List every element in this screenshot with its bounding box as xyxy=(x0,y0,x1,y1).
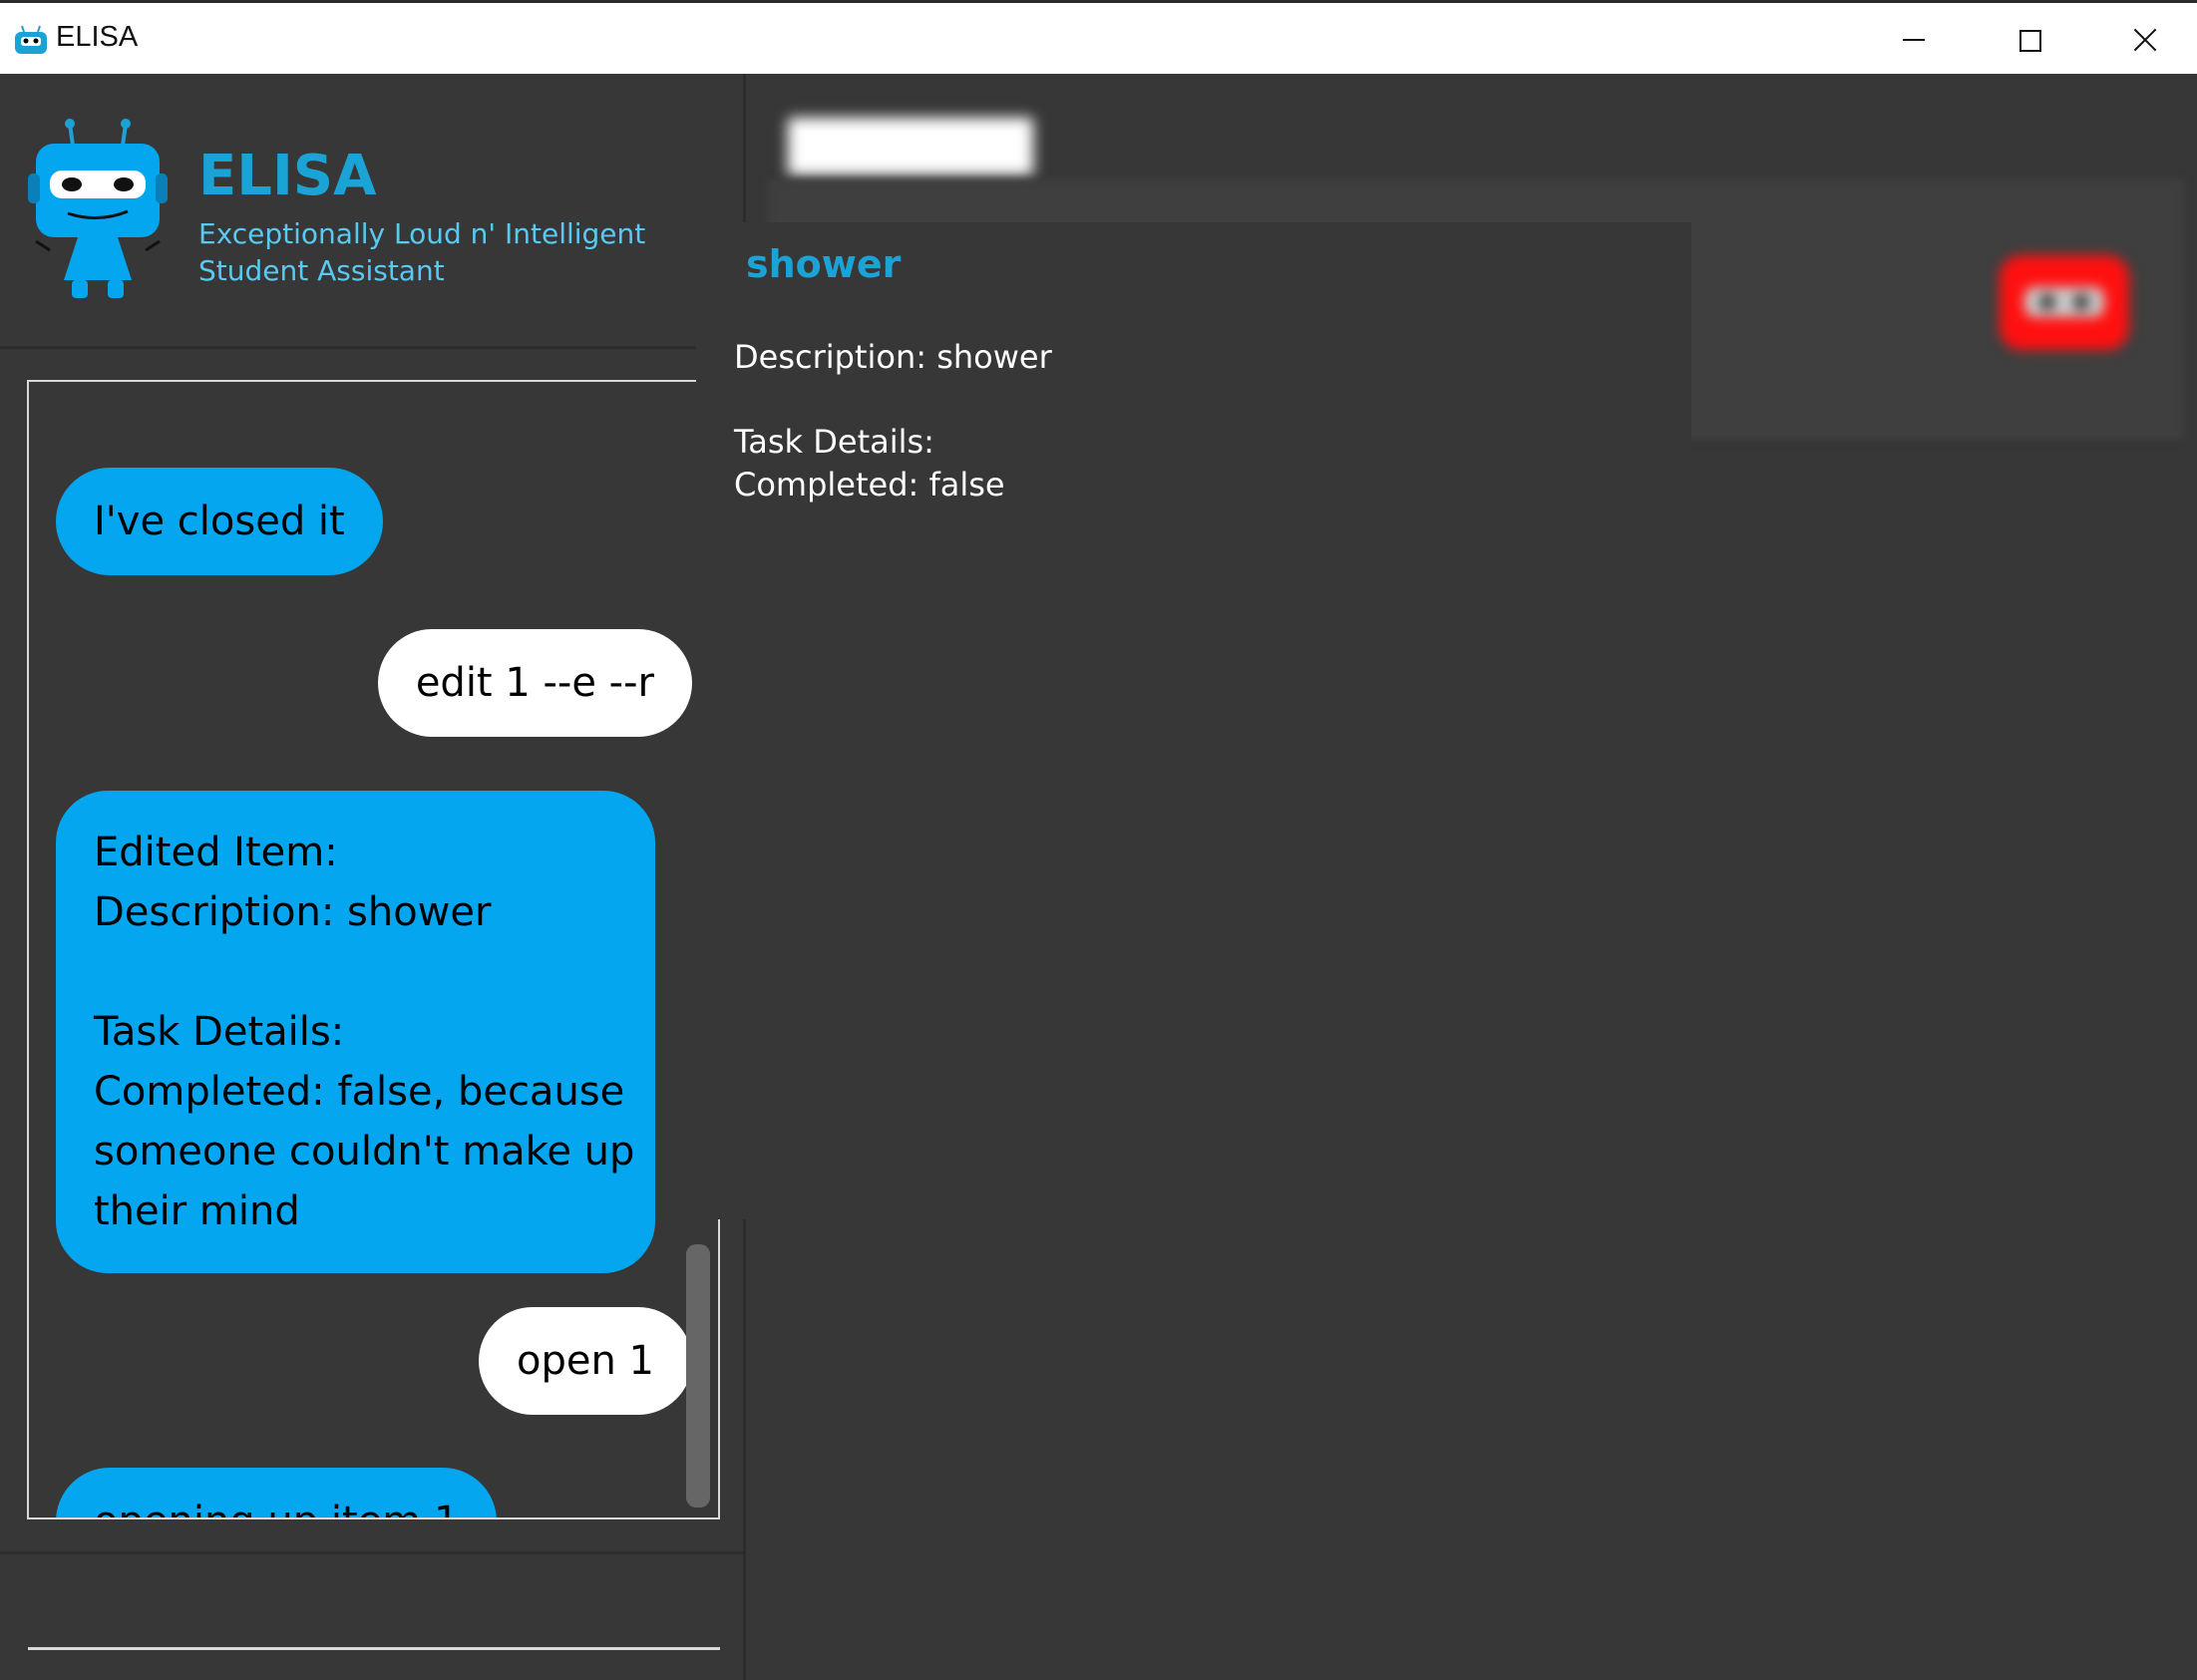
app-subtitle: Exceptionally Loud n' Intelligent Studen… xyxy=(198,215,717,289)
elisa-robot-icon xyxy=(15,25,47,54)
task-description: Description: shower xyxy=(734,338,1052,376)
app-header: ELISA Exceptionally Loud n' Intelligent … xyxy=(0,80,746,349)
minimize-icon xyxy=(1903,39,1925,41)
tab-3[interactable] xyxy=(1310,118,1510,175)
message-line: Description: shower xyxy=(94,889,492,935)
user-message: open 1 xyxy=(479,1307,692,1415)
task-completed-status: Completed: false xyxy=(734,466,1005,504)
tab-2[interactable] xyxy=(1081,118,1261,175)
task-details-heading: Task Details: xyxy=(734,423,934,461)
close-button[interactable] xyxy=(2116,17,2176,63)
maximize-button[interactable] xyxy=(2000,17,2059,63)
tab-list[interactable] xyxy=(788,118,1033,175)
command-input[interactable] xyxy=(28,1584,720,1650)
red-robot-icon xyxy=(2000,255,2129,350)
message-line: their mind xyxy=(94,1188,300,1234)
elisa-message: Edited Item: Description: shower Task De… xyxy=(56,791,655,1273)
task-title: shower xyxy=(746,242,902,286)
chat-history[interactable]: I've closed it edit 1 --e --r Edited Ite… xyxy=(27,380,720,1519)
message-line: Edited Item: xyxy=(94,830,338,875)
elisa-message: I've closed it xyxy=(56,468,383,575)
minimize-button[interactable] xyxy=(1885,17,1945,63)
app-title: ELISA xyxy=(198,144,377,208)
elisa-robot-mascot xyxy=(28,119,168,298)
task-detail-panel: shower Description: shower Task Details:… xyxy=(696,222,1691,1219)
command-input-area xyxy=(0,1551,746,1680)
elisa-message: opening up item 1 xyxy=(56,1468,498,1517)
window-title-bar: ELISA xyxy=(0,0,2197,74)
chat-sidebar: ELISA Exceptionally Loud n' Intelligent … xyxy=(0,74,746,1680)
window-title: ELISA xyxy=(56,21,139,53)
app-subtitle-line-2: Student Assistant xyxy=(198,254,445,287)
task-detail-body: Description: shower Task Details: Comple… xyxy=(734,336,1052,506)
app-subtitle-line-1: Exceptionally Loud n' Intelligent xyxy=(198,217,646,250)
chat-scrollbar-thumb[interactable] xyxy=(686,1244,710,1508)
tab-4[interactable] xyxy=(1560,118,1749,175)
message-line: Completed: false, because xyxy=(94,1069,625,1115)
user-message: edit 1 --e --r xyxy=(377,629,692,737)
maximize-icon xyxy=(2019,30,2041,52)
message-line: someone couldn't make up xyxy=(94,1129,635,1175)
message-line: Task Details: xyxy=(94,1009,345,1055)
